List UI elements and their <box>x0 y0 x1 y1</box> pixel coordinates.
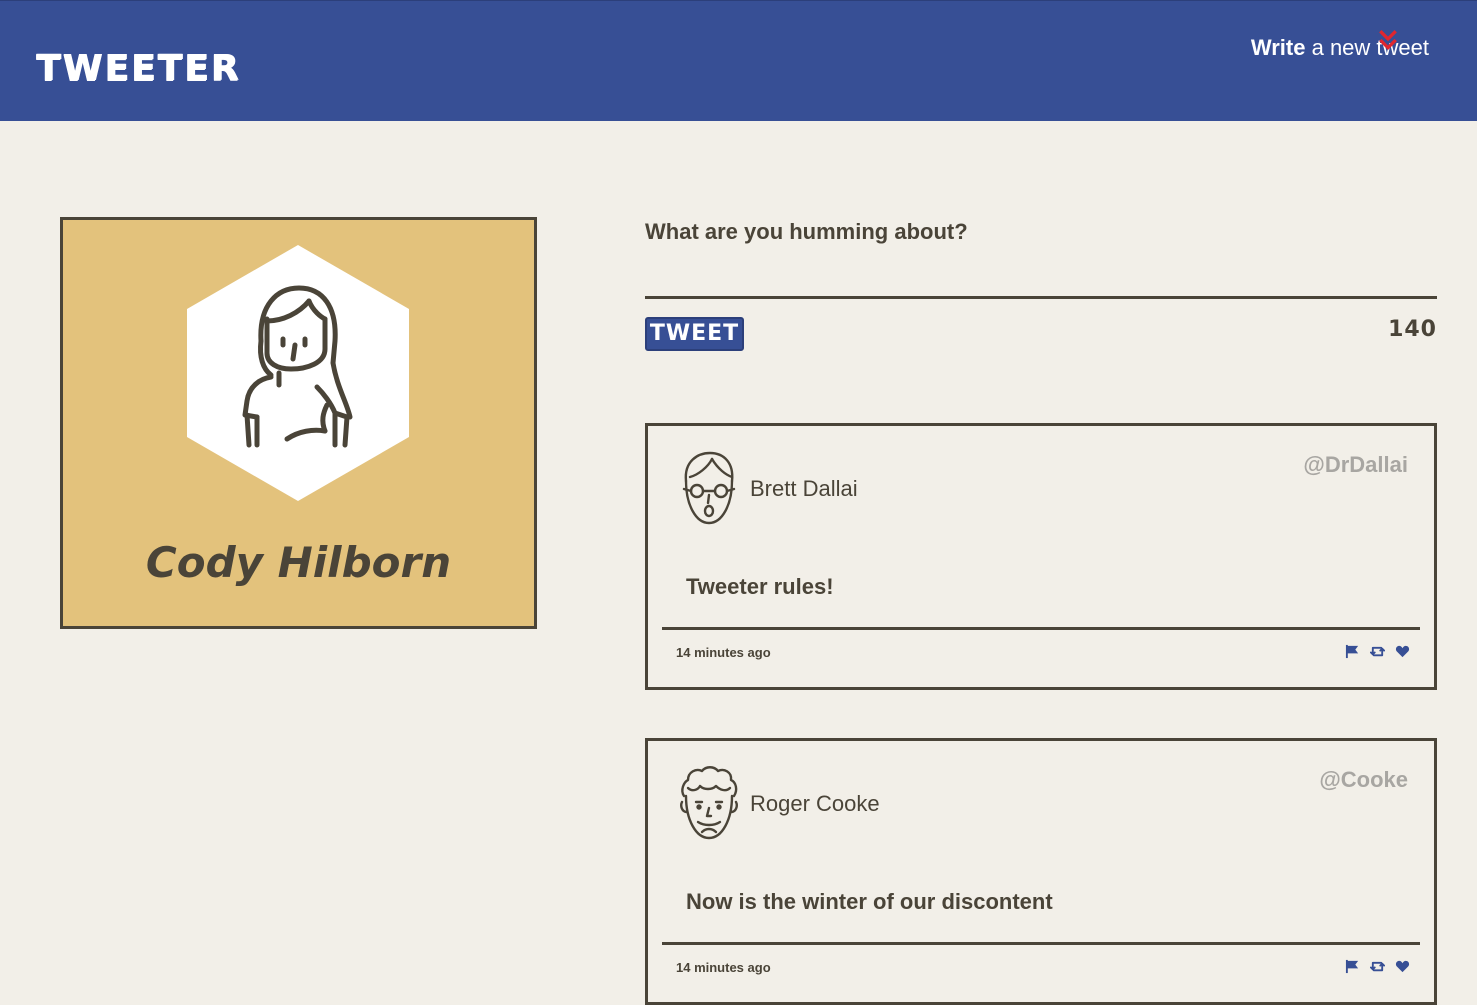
heart-icon[interactable] <box>1395 959 1410 974</box>
tweet-actions <box>1345 644 1410 659</box>
tweet-content: Tweeter rules! <box>686 574 834 599</box>
tweet-author: Brett Dallai <box>750 476 858 501</box>
tweet-author: Roger Cooke <box>750 791 880 816</box>
tweet-divider <box>662 942 1420 945</box>
tweet-text-input[interactable] <box>645 253 1437 299</box>
tweet-divider <box>662 627 1420 630</box>
tweet-content: Now is the winter of our discontent <box>686 889 1053 914</box>
double-chevron-down-icon[interactable] <box>1377 29 1399 51</box>
retweet-icon[interactable] <box>1370 644 1385 659</box>
write-new-tweet-toggle[interactable]: Write a new tweet <box>1229 37 1429 59</box>
tweet-actions <box>1345 959 1410 974</box>
tweet-handle[interactable]: @DrDallai <box>1303 454 1408 476</box>
write-new-tweet-strong: Write <box>1250 35 1306 60</box>
tweet-card: Roger Cooke @Cooke Now is the winter of … <box>645 738 1437 1005</box>
female-avatar-icon <box>187 245 409 501</box>
top-nav-bar: TWEETER Write a new tweet <box>0 0 1477 121</box>
compose-form: What are you humming about? TWEET 140 <box>645 213 1437 363</box>
heart-icon[interactable] <box>1395 644 1410 659</box>
retweet-icon[interactable] <box>1370 959 1385 974</box>
write-new-tweet-rest: a new tweet <box>1305 35 1429 60</box>
tweet-handle[interactable]: @Cooke <box>1319 769 1408 791</box>
tweet-timestamp: 14 minutes ago <box>676 960 771 975</box>
curly-hair-avatar-icon <box>680 766 738 840</box>
profile-card: Cody Hilborn <box>60 217 537 629</box>
app-logo[interactable]: TWEETER <box>36 51 240 87</box>
tweet-timestamp: 14 minutes ago <box>676 645 771 660</box>
flag-icon[interactable] <box>1345 959 1360 974</box>
tweet-card: Brett Dallai @DrDallai Tweeter rules! 14… <box>645 423 1437 690</box>
flag-icon[interactable] <box>1345 644 1360 659</box>
character-counter: 140 <box>1388 317 1437 342</box>
tweet-button[interactable]: TWEET <box>645 317 744 351</box>
glasses-avatar-icon <box>682 451 736 525</box>
compose-prompt: What are you humming about? <box>645 219 968 244</box>
profile-name: Cody Hilborn <box>145 538 452 587</box>
